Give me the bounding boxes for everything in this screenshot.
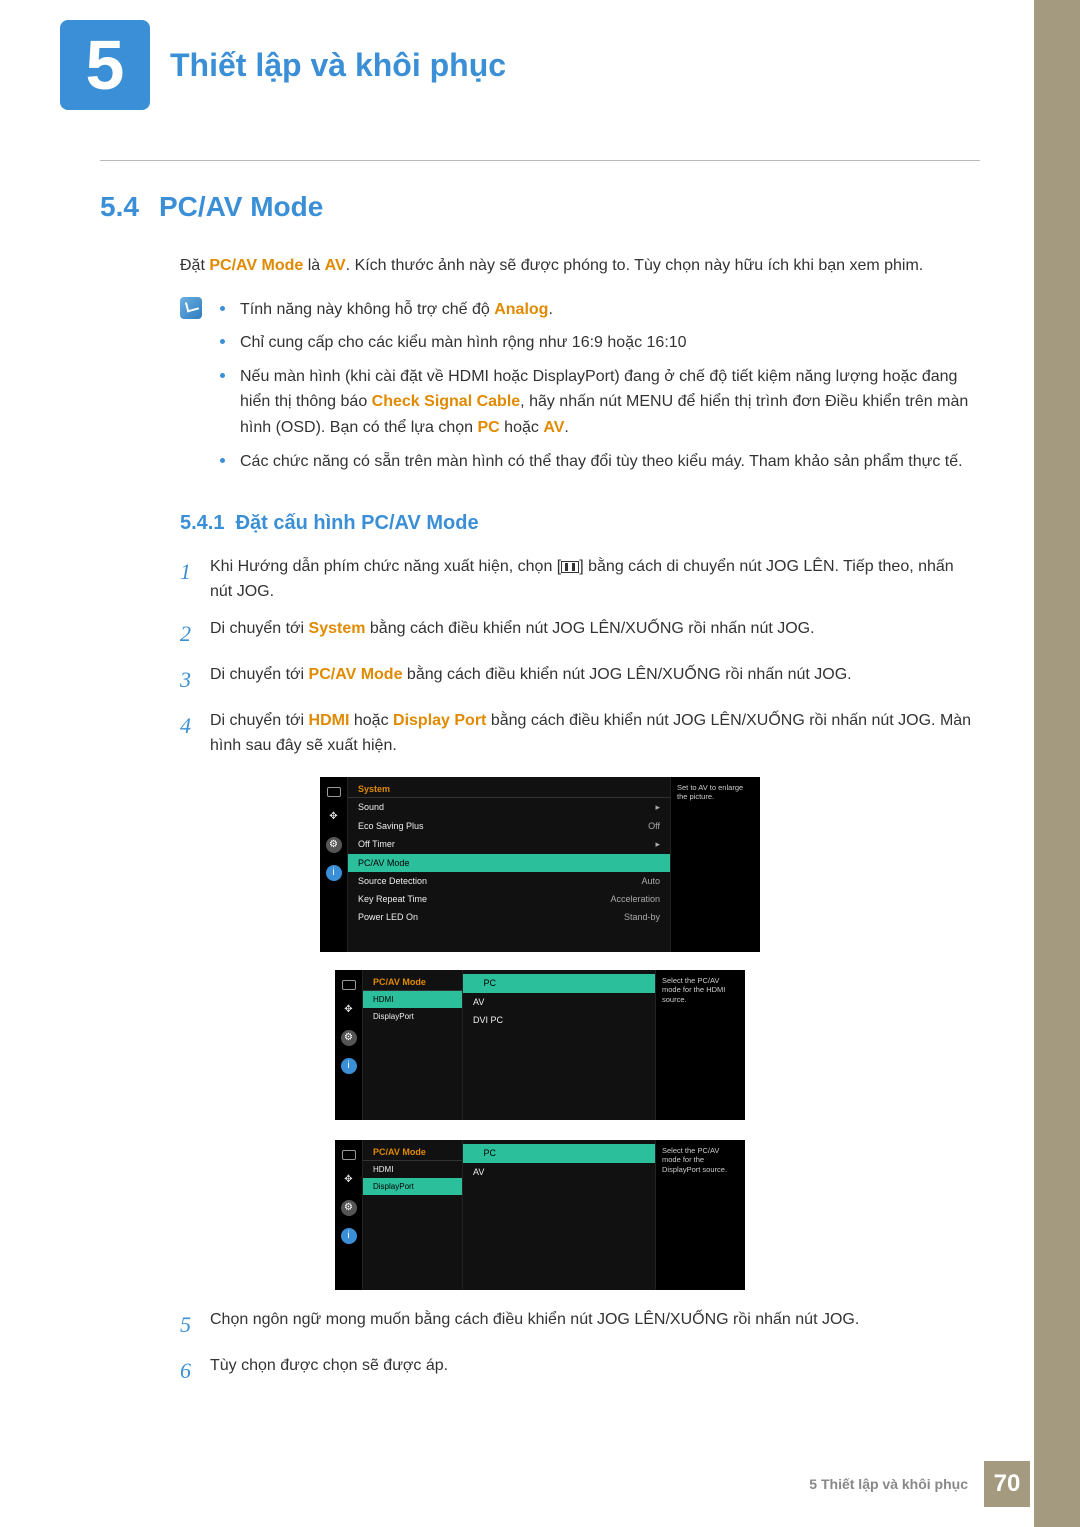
osd-row: DisplayPort (363, 1008, 462, 1025)
page-number-badge: 70 (984, 1461, 1030, 1507)
note-item: Các chức năng có sẵn trên màn hình có th… (220, 449, 980, 475)
step-6: 6 Tùy chọn được chọn sẽ được áp. (180, 1354, 980, 1388)
osd-source-list: PC/AV ModeHDMIDisplayPort (363, 970, 463, 1120)
osd-row: HDMI (363, 1161, 462, 1178)
page-header: 5 Thiết lập và khôi phục (0, 0, 1080, 110)
notes-list: Tính năng này không hỗ trợ chế độ Analog… (220, 297, 980, 483)
osd-row: Off Timer▸ (348, 835, 670, 854)
monitor-icon (342, 980, 356, 990)
note-item: Chỉ cung cấp cho các kiểu màn hình rộng … (220, 330, 980, 356)
osd-sidebar: ✥ ⚙ i (335, 970, 363, 1120)
osd-row: DisplayPort (363, 1178, 462, 1195)
osd-pcav-displayport: ✥ ⚙ i PC/AV ModeHDMIDisplayPort ✓PCAV Se… (335, 1140, 745, 1290)
osd-hint-text: Select the PC/AV mode for the DisplayPor… (655, 1140, 745, 1290)
subsection-title: Đặt cấu hình PC/AV Mode (236, 512, 479, 534)
section-title: PC/AV Mode (159, 191, 323, 222)
osd-source-list: PC/AV ModeHDMIDisplayPort (363, 1140, 463, 1290)
footer-chapter-label: 5 Thiết lập và khôi phục (809, 1476, 968, 1492)
check-icon: ✓ (473, 978, 481, 988)
osd-pcav-hdmi: ✥ ⚙ i PC/AV ModeHDMIDisplayPort ✓PCAVDVI… (335, 970, 745, 1120)
section-number: 5.4 (100, 191, 139, 222)
osd-hint-text: Select the PC/AV mode for the HDMI sourc… (655, 970, 745, 1120)
osd-row: PC/AV Mode (348, 854, 670, 872)
osd-row: Eco Saving PlusOff (348, 817, 670, 835)
osd-row: Source DetectionAuto (348, 872, 670, 890)
step-4: 4 Di chuyển tới HDMI hoặc Display Port b… (180, 709, 980, 759)
step-3: 3 Di chuyển tới PC/AV Mode bằng cách điề… (180, 663, 980, 697)
osd-row: Sound▸ (348, 798, 670, 817)
arrows-icon: ✥ (341, 1002, 357, 1018)
note-item: Tính năng này không hỗ trợ chế độ Analog… (220, 297, 980, 323)
monitor-icon (327, 787, 341, 797)
osd-menu-title: PC/AV Mode (363, 974, 462, 991)
subsection-heading: 5.4.1 Đặt cấu hình PC/AV Mode (180, 512, 980, 535)
arrows-icon: ✥ (326, 809, 342, 825)
osd-row: DVI PC (463, 1011, 655, 1029)
notes-block: Tính năng này không hỗ trợ chế độ Analog… (180, 297, 980, 483)
section-heading: 5.4 PC/AV Mode (100, 191, 980, 223)
page-footer: 5 Thiết lập và khôi phục 70 (0, 1461, 1030, 1507)
osd-hint-text: Set to AV to enlarge the picture. (670, 777, 760, 952)
gear-icon: ⚙ (341, 1200, 357, 1216)
osd-row: Power LED OnStand-by (348, 908, 670, 926)
subsection-number: 5.4.1 (180, 512, 224, 534)
monitor-icon (342, 1150, 356, 1160)
osd-sidebar: ✥ ⚙ i (335, 1140, 363, 1290)
note-item: Nếu màn hình (khi cài đặt về HDMI hoặc D… (220, 364, 980, 441)
gear-icon: ⚙ (326, 837, 342, 853)
chapter-title: Thiết lập và khôi phục (170, 47, 506, 84)
osd-mode-list: ✓PCAVDVI PC (463, 970, 655, 1120)
osd-screenshot-main: ✥ ⚙ i SystemSound▸Eco Saving PlusOffOff … (180, 777, 900, 952)
page-content: 5.4 PC/AV Mode Đặt PC/AV Mode là AV. Kích… (0, 110, 1080, 1388)
osd-system-menu: ✥ ⚙ i SystemSound▸Eco Saving PlusOffOff … (320, 777, 760, 952)
step-2: 2 Di chuyển tới System bằng cách điều kh… (180, 617, 980, 651)
note-icon (180, 297, 202, 319)
osd-row: AV (463, 1163, 655, 1181)
info-icon: i (341, 1058, 357, 1074)
osd-sidebar: ✥ ⚙ i (320, 777, 348, 952)
info-icon: i (341, 1228, 357, 1244)
gear-icon: ⚙ (341, 1030, 357, 1046)
info-icon: i (326, 865, 342, 881)
step-5: 5 Chọn ngôn ngữ mong muốn bằng cách điều… (180, 1308, 980, 1342)
osd-menu-title: PC/AV Mode (363, 1144, 462, 1161)
osd-row: Key Repeat TimeAcceleration (348, 890, 670, 908)
rule-top (100, 160, 980, 161)
intro-paragraph: Đặt PC/AV Mode là AV. Kích thước ảnh này… (180, 253, 980, 279)
osd-mode-list: ✓PCAV (463, 1140, 655, 1290)
osd-row: ✓PC (463, 1144, 655, 1163)
chapter-number-badge: 5 (60, 20, 150, 110)
osd-row: HDMI (363, 991, 462, 1008)
step-1: 1 Khi Hướng dẫn phím chức năng xuất hiện… (180, 555, 980, 605)
check-icon: ✓ (473, 1148, 481, 1158)
osd-row: ✓PC (463, 974, 655, 993)
osd-menu-title: System (348, 781, 670, 798)
osd-screenshots-sub: ✥ ⚙ i PC/AV ModeHDMIDisplayPort ✓PCAVDVI… (180, 970, 900, 1290)
sidebar-stripe (1034, 0, 1080, 1527)
menu-icon (561, 561, 579, 573)
osd-row: AV (463, 993, 655, 1011)
osd-menu-list: SystemSound▸Eco Saving PlusOffOff Timer▸… (348, 777, 670, 952)
arrows-icon: ✥ (341, 1172, 357, 1188)
